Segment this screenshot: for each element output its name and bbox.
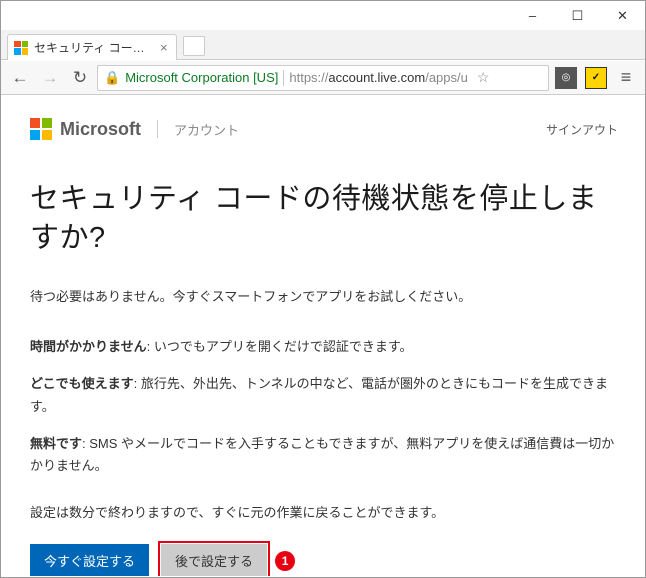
brand-block: Microsoft アカウント [30,118,239,140]
tab-title: セキュリティ コードの待機状態 [34,39,154,56]
page-viewport[interactable]: Microsoft アカウント サインアウト セキュリティ コードの待機状態を停… [2,96,644,576]
nav-reload-button[interactable]: ↻ [67,65,93,91]
window-close-button[interactable]: ✕ [600,1,645,30]
browser-tab[interactable]: セキュリティ コードの待機状態 × [7,34,177,60]
microsoft-favicon-icon [14,41,28,55]
new-tab-button[interactable] [183,36,205,56]
lock-icon: 🔒 [104,70,120,86]
page-content: Microsoft アカウント サインアウト セキュリティ コードの待機状態を停… [2,96,644,576]
address-bar[interactable]: 🔒 Microsoft Corporation [US] https://acc… [97,65,549,91]
window-maximize-button[interactable]: ☐ [555,1,600,30]
ev-cert-label: Microsoft Corporation [US] [125,70,278,85]
window-minimize-button[interactable]: – [510,1,555,30]
benefit-item: 無料です: SMS やメールでコードを入手することもできますが、無料アプリを使え… [30,433,618,479]
url-text: https://account.live.com/apps/u [289,70,468,85]
extension-button-1[interactable]: ◎ [553,65,579,91]
bookmark-star-icon[interactable]: ☆ [473,69,490,86]
nav-forward-button[interactable]: → [37,65,63,91]
page-header: Microsoft アカウント サインアウト [30,118,618,140]
lead-text: 待つ必要はありません。今すぐスマートフォンでアプリをお試しください。 [30,286,618,308]
signout-link[interactable]: サインアウト [546,121,618,138]
brand-name: Microsoft [60,119,141,140]
setup-now-button[interactable]: 今すぐ設定する [30,544,149,576]
separator [157,120,158,138]
browser-toolbar: ← → ↻ 🔒 Microsoft Corporation [US] https… [1,61,645,95]
setup-later-button[interactable]: 後で設定する [161,544,267,576]
annotation-badge: 1 [275,551,295,571]
browser-tabstrip: セキュリティ コードの待機状態 × [1,30,645,60]
nav-back-button[interactable]: ← [7,65,33,91]
browser-menu-button[interactable]: ≡ [613,65,639,91]
page-title: セキュリティ コードの待機状態を停止しますか? [30,180,618,258]
brand-section: アカウント [174,120,239,139]
separator [283,70,284,86]
benefit-item: どこでも使えます: 旅行先、外出先、トンネルの中など、電話が圏外のときにもコード… [30,373,618,419]
button-row: 今すぐ設定する 後で設定する 1 [30,544,618,576]
window-titlebar: – ☐ ✕ [1,1,645,31]
benefit-item: 時間がかかりません: いつでもアプリを開くだけで認証できます。 [30,336,618,359]
tab-close-icon[interactable]: × [160,40,168,55]
microsoft-logo-icon [30,118,52,140]
extension-norton-button[interactable]: ✓ [583,65,609,91]
norton-icon: ✓ [585,67,607,89]
footnote-text: 設定は数分で終わりますので、すぐに元の作業に戻ることができます。 [30,502,618,524]
extension-icon: ◎ [555,67,577,89]
